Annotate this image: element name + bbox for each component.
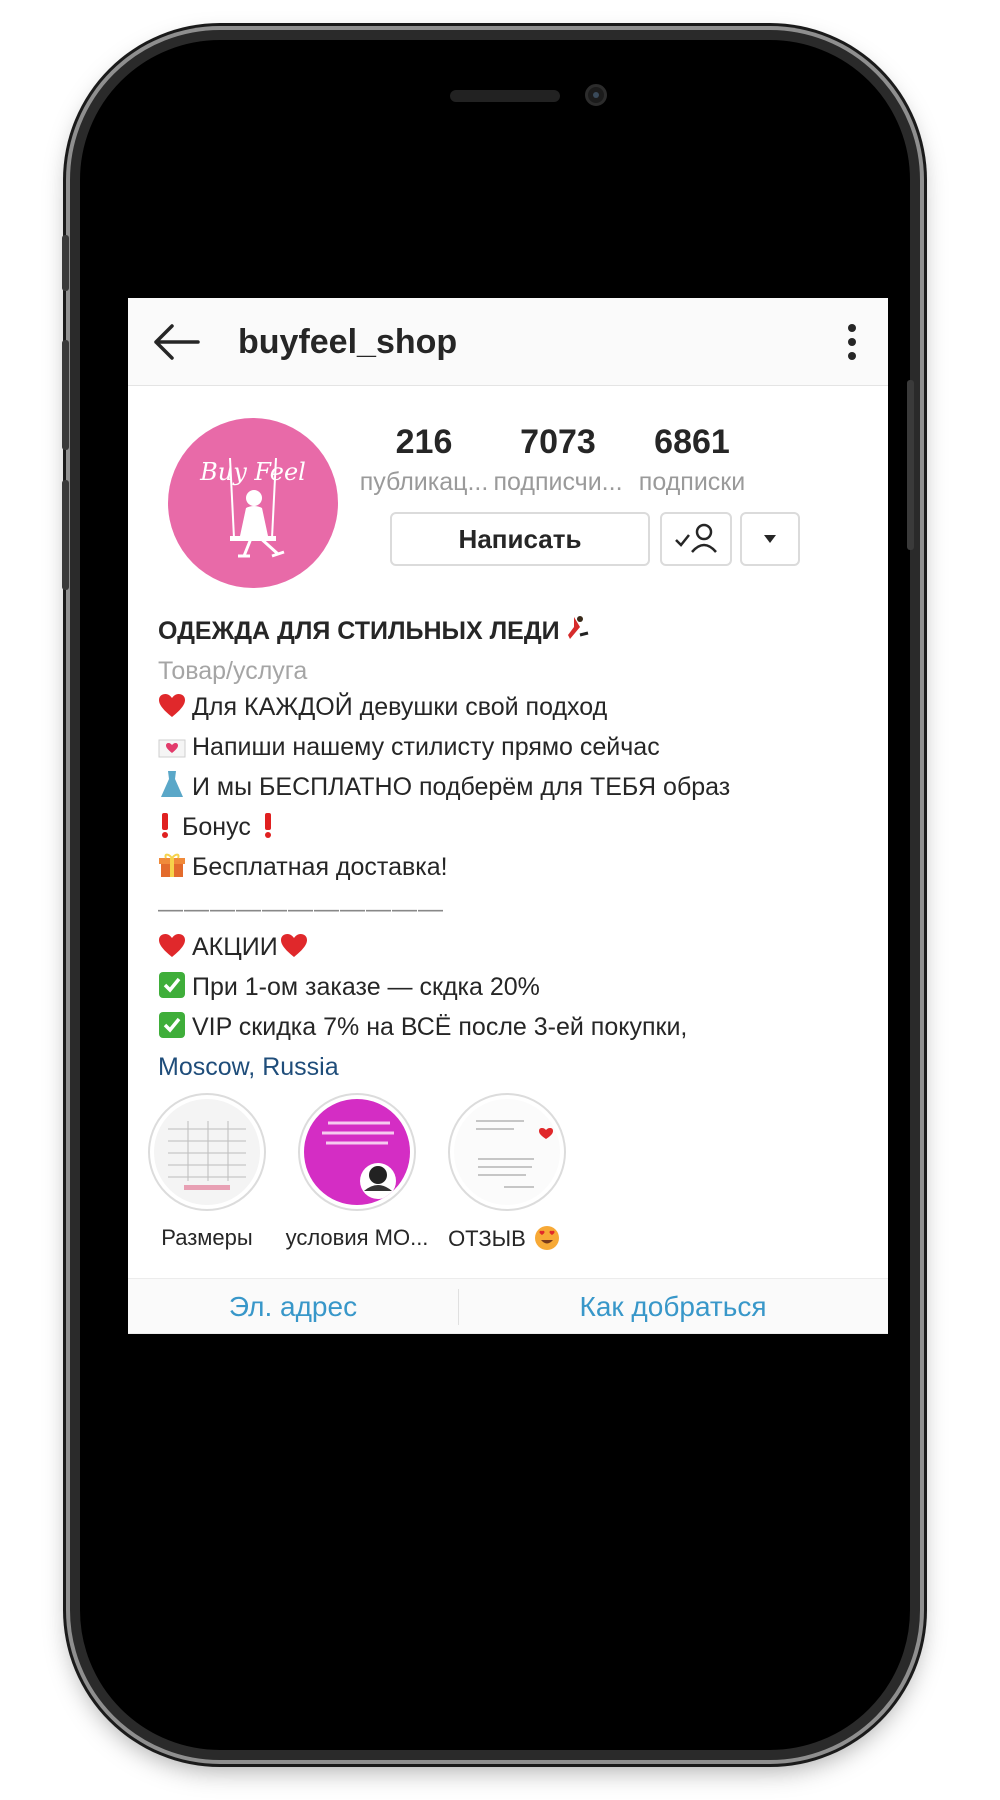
followers-count-value: 7073: [520, 423, 596, 461]
mute-switch: [62, 235, 69, 291]
promo-line-text: При 1-ом заказе — скдка 20%: [192, 973, 540, 1001]
highlight-ring[interactable]: [298, 1093, 416, 1211]
followers-count[interactable]: 7073 подписчи...: [488, 420, 628, 500]
promo-title-line: АКЦИИ: [158, 929, 858, 969]
user-check-icon: [675, 523, 717, 553]
volume-down-button: [62, 480, 69, 590]
heart-eyes-emoji-icon: [534, 1225, 560, 1257]
highlight-label: условия МО...: [285, 1225, 429, 1250]
promo-title: АКЦИИ: [192, 933, 278, 961]
reviews-thumbnail: [454, 1099, 560, 1205]
chevron-down-icon: [764, 535, 776, 543]
power-button: [907, 380, 914, 550]
red-heart-icon: [158, 693, 186, 729]
profile-header: buyfeel_shop: [128, 298, 888, 386]
highlight-ring[interactable]: [148, 1093, 266, 1211]
following-count-value: 6861: [654, 423, 730, 461]
bio-line-text: Бонус: [182, 813, 251, 841]
more-options-icon[interactable]: [840, 318, 864, 366]
dress-icon: [158, 769, 186, 809]
bio-line-text: Для КАЖДОЙ девушки свой подход: [192, 693, 608, 721]
red-heart-icon: [280, 933, 308, 969]
highlight-conditions[interactable]: условия МО...: [282, 1093, 432, 1251]
highlight-label: ОТЗЫВ: [448, 1226, 526, 1251]
avatar[interactable]: Buy Feel: [168, 418, 338, 588]
directions-link[interactable]: Как добраться: [458, 1279, 888, 1335]
app-screen: buyfeel_shop Buy Feel 216 публикац... 70…: [128, 298, 888, 1498]
following-count-label: подписки: [638, 468, 746, 496]
love-letter-icon: [158, 733, 186, 769]
highlight-label: Размеры: [161, 1225, 253, 1250]
message-button[interactable]: Написать: [390, 512, 650, 566]
posts-count-label: публикац...: [359, 468, 489, 496]
sizes-table-thumbnail: [154, 1099, 260, 1205]
posts-count-value: 216: [395, 423, 453, 461]
bio-line: Напиши нашему стилисту прямо сейчас: [158, 729, 858, 769]
front-camera: [585, 84, 607, 106]
highlight-ring[interactable]: [448, 1093, 566, 1211]
promo-line: При 1-ом заказе — скдка 20%: [158, 969, 858, 1009]
conditions-thumbnail: [304, 1099, 410, 1205]
bio-line-text: Напиши нашему стилисту прямо сейчас: [192, 733, 660, 761]
bio-line: Для КАЖДОЙ девушки свой подход: [158, 689, 858, 729]
check-box-icon: [158, 1011, 186, 1049]
email-link[interactable]: Эл. адрес: [128, 1279, 458, 1335]
volume-up-button: [62, 340, 69, 450]
highlight-reviews[interactable]: ОТЗЫВ: [432, 1093, 582, 1257]
screen-off-area: [128, 1334, 888, 1498]
avatar-logo-text: Buy Feel: [199, 458, 306, 486]
red-heart-icon: [158, 933, 186, 969]
bio-line-text: И мы БЕСПЛАТНО подберём для ТЕБЯ образ: [192, 773, 731, 801]
highlight-label-line: ОТЗЫВ: [432, 1225, 582, 1257]
location-link[interactable]: Moscow, Russia: [158, 1049, 858, 1085]
bio-category: Товар/услуга: [158, 657, 308, 685]
phone-frame: buyfeel_shop Buy Feel 216 публикац... 70…: [62, 30, 920, 1760]
bio-line: Бесплатная доставка!: [158, 849, 858, 889]
following-count[interactable]: 6861 подписки: [622, 420, 762, 500]
promo-line-text: VIP скидка 7% на ВСЁ после 3-ей покупки,: [192, 1013, 688, 1041]
bio-line-text: Бесплатная доставка!: [192, 853, 448, 881]
bio-line: Бонус: [158, 809, 858, 849]
dancer-emoji-icon: [560, 613, 590, 653]
following-status-button[interactable]: [660, 512, 732, 566]
gift-icon: [158, 851, 186, 889]
followers-count-label: подписчи...: [493, 468, 623, 496]
exclamation-icon: [158, 811, 172, 849]
profile-bio: ОДЕЖДА ДЛЯ СТИЛЬНЫХ ЛЕДИ Товар/услуга Дл…: [158, 613, 858, 1085]
back-arrow-icon[interactable]: [150, 320, 202, 364]
bio-title-line: ОДЕЖДА ДЛЯ СТИЛЬНЫХ ЛЕДИ: [158, 613, 858, 653]
highlight-sizes[interactable]: Размеры: [132, 1093, 282, 1251]
bio-title: ОДЕЖДА ДЛЯ СТИЛЬНЫХ ЛЕДИ: [158, 617, 560, 645]
swing-girl-logo: Buy Feel: [199, 457, 306, 558]
check-box-icon: [158, 971, 186, 1009]
profile-username: buyfeel_shop: [238, 323, 458, 361]
bio-line: И мы БЕСПЛАТНО подберём для ТЕБЯ образ: [158, 769, 858, 809]
contact-bar: Эл. адрес Как добраться: [128, 1278, 888, 1334]
posts-count[interactable]: 216 публикац...: [354, 420, 494, 500]
suggestions-dropdown-button[interactable]: [740, 512, 800, 566]
exclamation-icon: [261, 811, 275, 849]
earpiece-speaker: [450, 90, 560, 102]
promo-line: VIP скидка 7% на ВСЁ после 3-ей покупки,: [158, 1009, 858, 1049]
bio-divider: ———————————: [158, 895, 444, 923]
